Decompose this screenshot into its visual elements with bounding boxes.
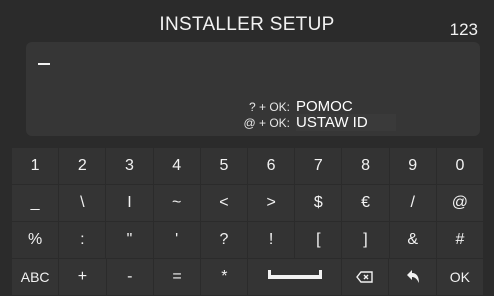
key-percent[interactable]: % bbox=[12, 222, 59, 258]
space-icon bbox=[267, 270, 322, 279]
key-double-quote[interactable]: " bbox=[106, 222, 153, 258]
key-slash[interactable]: / bbox=[389, 185, 436, 221]
keyboard-mode-label: 123 bbox=[449, 20, 478, 39]
key-greater-than[interactable]: > bbox=[248, 185, 295, 221]
back-button[interactable] bbox=[389, 259, 436, 295]
key-2[interactable]: 2 bbox=[59, 148, 106, 184]
key-underscore[interactable]: _ bbox=[12, 185, 59, 221]
key-star[interactable]: * bbox=[201, 259, 248, 295]
key-single-quote[interactable]: ' bbox=[153, 222, 200, 258]
key-backslash[interactable]: \ bbox=[59, 185, 106, 221]
back-arrow-icon bbox=[406, 270, 419, 283]
key-dollar[interactable]: $ bbox=[295, 185, 342, 221]
text-cursor bbox=[38, 63, 50, 65]
help-key: ? + OK: bbox=[248, 100, 290, 114]
key-less-than[interactable]: < bbox=[200, 185, 248, 221]
help-hints: ? + OK: POMOC @ + OK: USTAW ID bbox=[226, 98, 396, 131]
key-5[interactable]: 5 bbox=[200, 148, 248, 184]
key-euro[interactable]: € bbox=[342, 185, 389, 221]
key-plus[interactable]: + bbox=[59, 259, 106, 295]
key-7[interactable]: 7 bbox=[295, 148, 342, 184]
keyboard-row-numbers: 1 2 3 4 5 6 7 8 9 0 bbox=[12, 148, 484, 185]
keyboard-row-controls: ABC + - = * OK bbox=[12, 259, 484, 296]
key-8[interactable]: 8 bbox=[342, 148, 389, 184]
text-input-area[interactable]: ? + OK: POMOC @ + OK: USTAW ID bbox=[26, 42, 480, 136]
key-ampersand[interactable]: & bbox=[389, 222, 436, 258]
key-open-bracket[interactable]: [ bbox=[295, 222, 342, 258]
key-question[interactable]: ? bbox=[200, 222, 248, 258]
backspace-icon bbox=[356, 271, 373, 283]
key-6[interactable]: 6 bbox=[248, 148, 295, 184]
help-row-ustaw-id: @ + OK: USTAW ID bbox=[226, 114, 396, 131]
backspace-button[interactable] bbox=[342, 259, 389, 295]
keyboard-row-symbols-1: _ \ I ~ < > $ € / @ bbox=[12, 185, 484, 222]
key-pipe[interactable]: I bbox=[106, 185, 153, 221]
help-action: POMOC bbox=[296, 98, 353, 115]
space-button[interactable] bbox=[248, 259, 342, 295]
key-3[interactable]: 3 bbox=[106, 148, 153, 184]
key-4[interactable]: 4 bbox=[153, 148, 200, 184]
key-minus[interactable]: - bbox=[106, 259, 153, 295]
key-colon[interactable]: : bbox=[59, 222, 106, 258]
keyboard-row-symbols-2: % : " ' ? ! [ ] & # bbox=[12, 222, 484, 259]
key-exclamation[interactable]: ! bbox=[248, 222, 295, 258]
header: INSTALLER SETUP 123 bbox=[0, 0, 494, 40]
key-hash[interactable]: # bbox=[436, 222, 484, 258]
abc-mode-button[interactable]: ABC bbox=[12, 259, 59, 295]
key-9[interactable]: 9 bbox=[389, 148, 436, 184]
help-action: USTAW ID bbox=[296, 114, 396, 131]
help-row-pomoc: ? + OK: POMOC bbox=[226, 98, 396, 115]
key-1[interactable]: 1 bbox=[12, 148, 59, 184]
on-screen-keyboard: 1 2 3 4 5 6 7 8 9 0 _ \ I ~ < > $ € / @ … bbox=[12, 148, 484, 296]
key-0[interactable]: 0 bbox=[436, 148, 484, 184]
key-at[interactable]: @ bbox=[436, 185, 484, 221]
key-equals[interactable]: = bbox=[153, 259, 201, 295]
ok-button[interactable]: OK bbox=[436, 259, 483, 295]
key-close-bracket[interactable]: ] bbox=[342, 222, 389, 258]
help-key: @ + OK: bbox=[243, 116, 290, 130]
page-title: INSTALLER SETUP bbox=[159, 14, 335, 35]
key-tilde[interactable]: ~ bbox=[153, 185, 200, 221]
